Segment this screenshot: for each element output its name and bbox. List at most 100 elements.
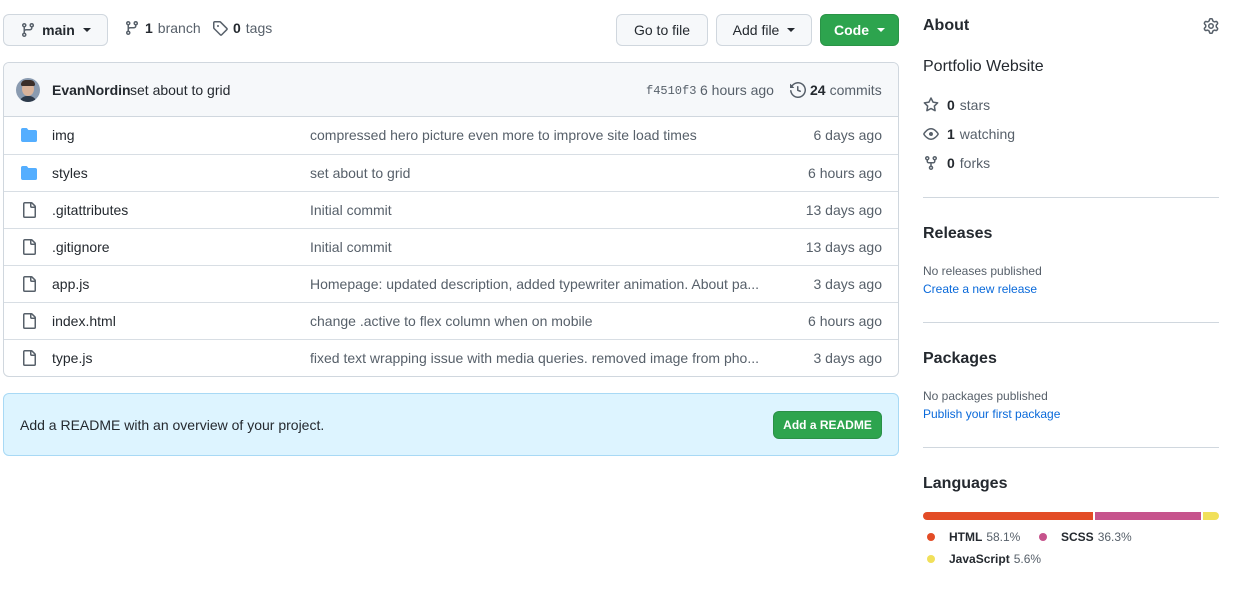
add-readme-label: Add a README (783, 418, 872, 432)
language-color-dot (927, 533, 935, 541)
branch-count: 1 (145, 20, 153, 36)
file-commit-message-link[interactable]: Homepage: updated description, added typ… (310, 276, 766, 292)
branches-link[interactable]: 1 branch (124, 20, 201, 36)
language-percent: 36.3% (1097, 530, 1132, 544)
file-commit-message-link[interactable]: change .active to flex column when on mo… (310, 313, 766, 329)
language-name: HTML (949, 530, 983, 544)
file-commit-message-link[interactable]: Initial commit (310, 239, 766, 255)
folder-icon (21, 128, 37, 142)
branch-label: branch (157, 20, 201, 36)
language-bar-segment-scss[interactable] (1094, 512, 1201, 520)
go-to-file-button[interactable]: Go to file (616, 14, 708, 46)
file-commit-message-link[interactable]: compressed hero picture even more to imp… (310, 127, 766, 143)
language-name: SCSS (1061, 530, 1094, 544)
repo-description: Portfolio Website (923, 58, 1044, 75)
file-row[interactable]: type.js fixed text wrapping issue with m… (4, 339, 898, 376)
file-icon (23, 276, 36, 292)
latest-commit-bar: EvanNordin set about to grid f4510f3 6 h… (4, 63, 898, 117)
file-age: 6 hours ago (808, 313, 882, 329)
releases-title[interactable]: Releases (923, 225, 992, 243)
divider (923, 197, 1219, 198)
divider (923, 447, 1219, 448)
file-age: 13 days ago (805, 239, 882, 255)
file-icon (23, 350, 36, 366)
file-age: 3 days ago (813, 276, 883, 292)
tags-link[interactable]: 0 tags (212, 20, 272, 36)
forks-count: 0 (947, 155, 955, 171)
chevron-down-icon (787, 28, 796, 32)
commit-history-link[interactable]: 24 commits (790, 82, 882, 98)
language-percent: 5.6% (1013, 552, 1042, 566)
language-bar (923, 512, 1219, 520)
branch-name: main (42, 22, 75, 38)
file-commit-message-link[interactable]: Initial commit (310, 202, 766, 218)
language-color-dot (1039, 533, 1047, 541)
language-bar-segment-html[interactable] (923, 512, 1093, 520)
watching-count: 1 (947, 126, 955, 142)
tag-icon (213, 21, 228, 36)
about-title: About (923, 17, 970, 34)
file-age: 6 hours ago (808, 165, 882, 181)
language-item-scss[interactable]: SCSS 36.3% (1039, 530, 1132, 544)
releases-empty-text: No releases published (923, 264, 1042, 278)
star-icon (923, 97, 939, 112)
file-row[interactable]: app.js Homepage: updated description, ad… (4, 265, 898, 302)
stars-count: 0 (947, 97, 955, 113)
file-name-link[interactable]: .gitattributes (52, 202, 128, 218)
file-name-link[interactable]: styles (52, 165, 88, 181)
repo-sidebar: About Portfolio Website 0 stars 1 watching… (923, 0, 1219, 612)
language-name: JavaScript (949, 552, 1010, 566)
file-name-link[interactable]: .gitignore (52, 239, 110, 255)
language-item-javascript[interactable]: JavaScript 5.6% (927, 552, 1041, 566)
add-file-button[interactable]: Add file (716, 14, 812, 46)
file-icon (23, 313, 36, 329)
tag-count: 0 (233, 20, 241, 36)
file-name-link[interactable]: index.html (52, 313, 116, 329)
file-commit-message-link[interactable]: fixed text wrapping issue with media que… (310, 350, 766, 366)
branch-select-button[interactable]: main (3, 14, 108, 46)
forks-link[interactable]: 0 forks (923, 155, 990, 171)
file-age: 6 days ago (813, 127, 883, 143)
file-age: 13 days ago (805, 202, 882, 218)
file-row[interactable]: img compressed hero picture even more to… (4, 117, 898, 154)
file-row[interactable]: .gitignore Initial commit 13 days ago (4, 228, 898, 265)
code-button[interactable]: Code (820, 14, 899, 46)
file-name-link[interactable]: app.js (52, 276, 89, 292)
stars-link[interactable]: 0 stars (923, 97, 990, 113)
file-browser: EvanNordin set about to grid f4510f3 6 h… (3, 62, 899, 377)
fork-icon (925, 156, 937, 171)
file-row[interactable]: index.html change .active to flex column… (4, 302, 898, 339)
language-color-dot (927, 555, 935, 563)
folder-icon (21, 166, 37, 180)
publish-package-link[interactable]: Publish your first package (923, 407, 1060, 421)
divider (923, 322, 1219, 323)
create-release-link[interactable]: Create a new release (923, 282, 1037, 296)
commit-sha-link[interactable]: f4510f3 (646, 84, 696, 98)
file-age: 3 days ago (813, 350, 883, 366)
watching-label: watching (959, 126, 1016, 142)
watchers-link[interactable]: 1 watching (923, 126, 1015, 142)
commit-message-link[interactable]: set about to grid (130, 82, 230, 98)
readme-prompt-text: Add a README with an overview of your pr… (20, 417, 325, 433)
chevron-down-icon (877, 28, 885, 32)
add-file-label: Add file (732, 22, 780, 38)
language-percent: 58.1% (986, 530, 1021, 544)
language-bar-segment-javascript[interactable] (1202, 512, 1219, 520)
add-readme-button[interactable]: Add a README (773, 411, 882, 439)
packages-empty-text: No packages published (923, 389, 1048, 403)
file-commit-message-link[interactable]: set about to grid (310, 165, 766, 181)
file-name-link[interactable]: img (52, 127, 75, 143)
file-name-link[interactable]: type.js (52, 350, 92, 366)
file-row[interactable]: styles set about to grid 6 hours ago (4, 154, 898, 191)
language-item-html[interactable]: HTML 58.1% (927, 530, 1020, 544)
gear-icon[interactable] (1203, 18, 1219, 34)
languages-title: Languages (923, 475, 1008, 492)
commit-author-link[interactable]: EvanNordin (52, 82, 131, 98)
avatar[interactable] (16, 78, 40, 102)
eye-icon (923, 128, 939, 140)
code-label: Code (834, 22, 869, 38)
packages-title[interactable]: Packages (923, 350, 997, 368)
stars-label: stars (959, 97, 991, 113)
commit-count: 24 (810, 82, 826, 98)
file-row[interactable]: .gitattributes Initial commit 13 days ag… (4, 191, 898, 228)
